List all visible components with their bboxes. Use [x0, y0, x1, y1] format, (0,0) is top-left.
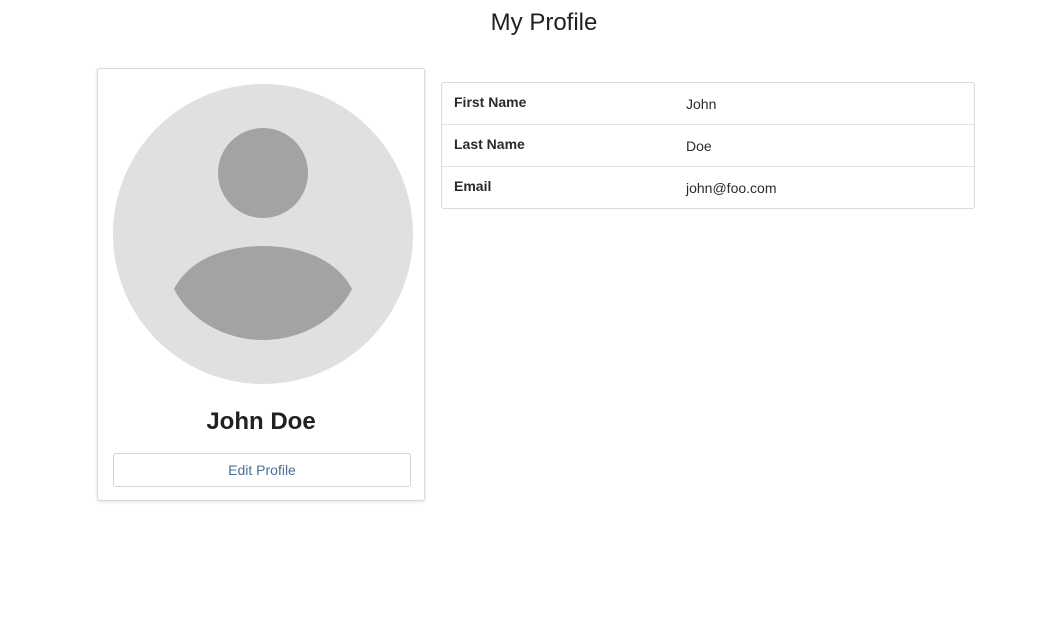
details-row-last-name: Last Name Doe	[442, 125, 974, 167]
details-label: First Name	[454, 93, 527, 110]
profile-details-table: First Name John Last Name Doe Email john…	[441, 82, 975, 209]
details-label: Email	[454, 177, 492, 194]
details-value: John	[686, 95, 717, 112]
profile-name: John Doe	[206, 408, 316, 435]
user-silhouette-icon	[113, 84, 413, 384]
details-label: Last Name	[454, 135, 525, 152]
avatar	[113, 84, 413, 384]
details-row-email: Email john@foo.com	[442, 167, 974, 208]
profile-card: John Doe Edit Profile	[97, 68, 425, 501]
details-row-first-name: First Name John	[442, 83, 974, 125]
page-title: My Profile	[490, 9, 598, 36]
details-value: john@foo.com	[686, 179, 777, 196]
details-value: Doe	[686, 137, 712, 154]
edit-profile-button[interactable]: Edit Profile	[113, 453, 411, 487]
